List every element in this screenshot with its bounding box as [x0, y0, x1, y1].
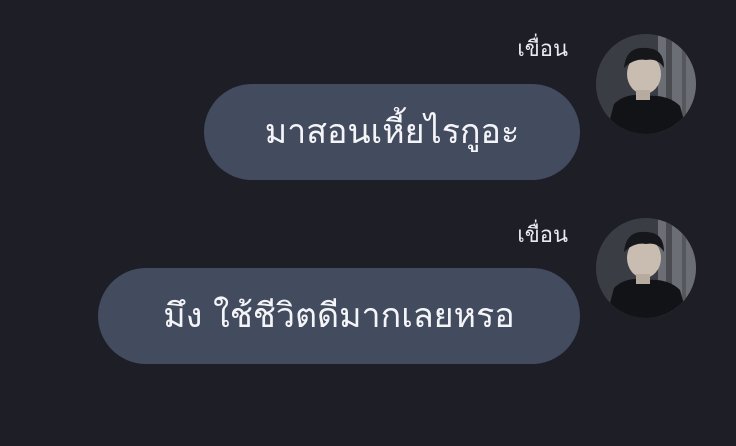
chat-screen: เขื่อน มาสอนเหี้ยไรกูอะ เขื่อน มึง ใช้ชี…: [0, 0, 736, 446]
message-bubble[interactable]: มาสอนเหี้ยไรกูอะ: [204, 84, 580, 180]
sender-name: เขื่อน: [517, 37, 568, 62]
user-avatar-icon[interactable]: [596, 218, 696, 318]
sender-name: เขื่อน: [517, 223, 568, 248]
message-bubble[interactable]: มึง ใช้ชีวิตดีมากเลยหรอ: [98, 268, 580, 364]
user-avatar-icon[interactable]: [596, 34, 696, 134]
